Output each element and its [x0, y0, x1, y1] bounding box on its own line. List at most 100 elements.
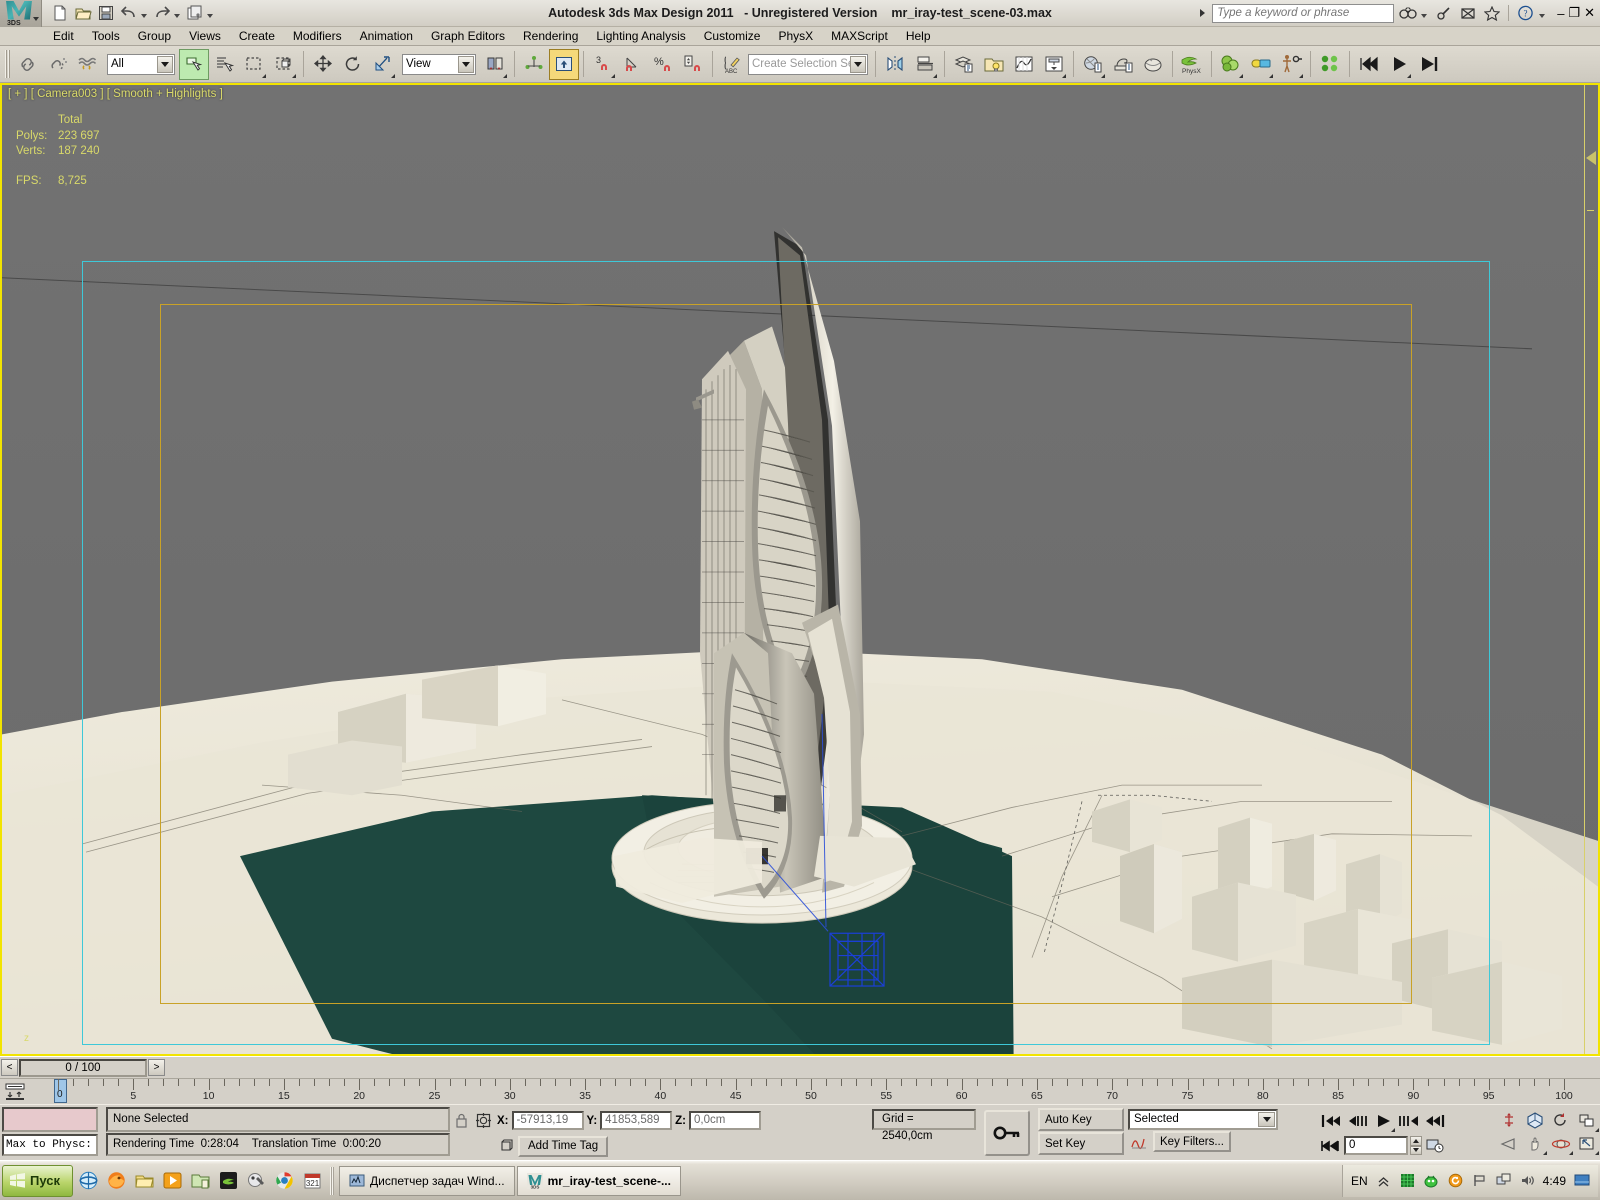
menu-item-tools[interactable]: Tools — [83, 28, 129, 45]
select-and-scale-icon[interactable] — [368, 49, 398, 80]
favorites-star-icon[interactable] — [1481, 3, 1502, 23]
maxscript-mini-listener-swatch[interactable] — [2, 1107, 98, 1132]
rendered-frame-window-icon[interactable] — [1138, 49, 1168, 80]
orbit-icon[interactable] — [1548, 1132, 1574, 1155]
show-desktop-icon[interactable] — [1573, 1172, 1590, 1189]
select-and-rotate-icon[interactable] — [338, 49, 368, 80]
next-frame-button[interactable]: > — [148, 1059, 165, 1076]
redo-dropdown-icon[interactable] — [174, 14, 180, 18]
communication-center-icon[interactable] — [1457, 3, 1478, 23]
search-input[interactable] — [1212, 3, 1395, 23]
reference-coordinate-combo[interactable]: View — [402, 53, 476, 75]
zoom-extents-icon[interactable] — [1548, 1109, 1574, 1132]
go-to-start-icon[interactable] — [1318, 1109, 1344, 1132]
zoom-icon[interactable] — [1496, 1109, 1522, 1132]
play-animation-icon[interactable] — [1370, 1109, 1396, 1132]
project-folder-icon[interactable] — [184, 3, 206, 24]
utility-icon[interactable] — [243, 1165, 269, 1197]
schematic-view-icon[interactable] — [1039, 49, 1069, 80]
menu-item-group[interactable]: Group — [129, 28, 180, 45]
physx-rigid-body-icon[interactable] — [1246, 49, 1276, 80]
maximize-viewport-toggle-icon[interactable] — [1574, 1132, 1600, 1155]
taskbar-item-task-manager[interactable]: Диспетчер задач Wind... — [339, 1165, 515, 1196]
select-and-move-icon[interactable] — [308, 49, 338, 80]
folder-icon[interactable] — [187, 1165, 213, 1197]
current-frame-field[interactable]: 0 — [1344, 1136, 1408, 1155]
select-and-manipulate-icon[interactable] — [519, 49, 549, 80]
key-mode-toggle-small-icon[interactable] — [1318, 1134, 1342, 1157]
menu-item-animation[interactable]: Animation — [351, 28, 422, 45]
track-bar[interactable]: 0 5 10 15 20 25 30 35 40 45 50 55 60 65 70 75 80 85 90 95 1… — [0, 1078, 1600, 1104]
open-file-icon[interactable] — [72, 3, 94, 24]
search-expand-icon[interactable] — [1200, 9, 1206, 17]
mirror-icon[interactable] — [880, 49, 910, 80]
menu-item-edit[interactable]: Edit — [44, 28, 83, 45]
menu-item-customize[interactable]: Customize — [695, 28, 770, 45]
named-selection-set-combo[interactable]: Create Selection Se — [748, 53, 868, 75]
snaps-toggle-icon[interactable]: 3 — [588, 49, 618, 80]
network-icon[interactable] — [1495, 1172, 1512, 1189]
time-tag-cube-icon[interactable] — [496, 1134, 518, 1158]
close-button[interactable]: ✕ — [1584, 5, 1595, 21]
select-object-icon[interactable] — [179, 48, 209, 80]
add-time-tag-button[interactable]: Add Time Tag — [518, 1135, 609, 1157]
clock[interactable]: 4:49 — [1543, 1174, 1566, 1188]
bind-to-space-warp-icon[interactable] — [73, 49, 103, 80]
key-filters-button[interactable]: Key Filters... — [1153, 1131, 1231, 1152]
previous-frame-icon[interactable] — [1344, 1109, 1370, 1132]
nvidia-icon[interactable] — [215, 1165, 241, 1197]
coord-z-field[interactable]: 0,0cm — [689, 1111, 762, 1130]
firefox-icon[interactable] — [103, 1165, 129, 1197]
material-editor-icon[interactable] — [1078, 49, 1108, 80]
coord-x-field[interactable]: -57913,19 — [511, 1111, 584, 1130]
flag-icon[interactable] — [1471, 1172, 1488, 1189]
timeline-ruler[interactable]: 0 5 10 15 20 25 30 35 40 45 50 55 60 65 70 75 80 85 90 95 1… — [30, 1079, 1600, 1105]
light-lister-icon[interactable] — [979, 49, 1009, 80]
restore-button[interactable]: ❐ — [1568, 5, 1580, 21]
network-grid-icon[interactable] — [1399, 1172, 1416, 1189]
spinner-up-icon[interactable] — [1410, 1136, 1422, 1146]
menu-item-graph-editors[interactable]: Graph Editors — [422, 28, 514, 45]
menu-item-lighting-analysis[interactable]: Lighting Analysis — [587, 28, 694, 45]
help-icon[interactable]: ? — [1515, 3, 1536, 23]
viewport-label[interactable]: [ + ] [ Camera003 ] [ Smooth + Highlight… — [8, 88, 223, 100]
percent-snap-toggle-icon[interactable]: % — [648, 49, 678, 80]
key-mode-toggle-icon[interactable] — [984, 1109, 1030, 1156]
search-dropdown-icon[interactable] — [1421, 14, 1428, 18]
window-crossing-icon[interactable] — [269, 49, 299, 80]
undo-dropdown-icon[interactable] — [141, 14, 147, 18]
subscription-center-icon[interactable] — [1433, 3, 1454, 23]
use-pivot-center-icon[interactable] — [480, 49, 510, 80]
calendar-icon[interactable]: 321 — [299, 1165, 325, 1197]
new-file-icon[interactable] — [49, 3, 71, 24]
zoom-region-icon[interactable] — [1574, 1109, 1600, 1132]
minimize-button[interactable]: – — [1557, 6, 1564, 21]
chrome-icon[interactable] — [271, 1165, 297, 1197]
angle-snap-toggle-icon[interactable] — [618, 49, 648, 80]
set-key-curve-icon[interactable] — [1128, 1132, 1150, 1152]
chevron-down-icon[interactable] — [157, 55, 173, 73]
qat-dropdown-icon[interactable] — [207, 14, 213, 18]
command-panel-collapsed-strip[interactable] — [1584, 85, 1598, 1054]
undo-icon[interactable] — [118, 3, 140, 24]
volume-icon[interactable] — [1519, 1172, 1536, 1189]
show-hidden-icon[interactable] — [1375, 1172, 1392, 1189]
layer-manager-icon[interactable] — [949, 49, 979, 80]
spinner-down-icon[interactable] — [1410, 1145, 1422, 1155]
physx-icon[interactable]: PhysX — [1177, 49, 1207, 80]
chevron-down-icon[interactable] — [458, 55, 474, 73]
save-file-icon[interactable] — [95, 3, 117, 24]
next-frame-icon[interactable] — [1396, 1109, 1422, 1132]
taskbar-item-max-scene[interactable]: 3DS mr_iray-test_scene-... — [516, 1165, 681, 1196]
go-to-end-icon[interactable] — [1414, 49, 1444, 80]
menu-item-modifiers[interactable]: Modifiers — [284, 28, 351, 45]
coord-y-field[interactable]: 41853,589 — [600, 1111, 673, 1130]
align-icon[interactable] — [910, 49, 940, 80]
select-link-icon[interactable] — [13, 49, 43, 80]
go-to-end-icon[interactable] — [1422, 1109, 1448, 1132]
max-to-physx-field[interactable]: Max to Physc: — [2, 1134, 98, 1156]
chevron-down-icon[interactable] — [1258, 1112, 1275, 1127]
media-player-icon[interactable] — [159, 1165, 185, 1197]
help-dropdown-icon[interactable] — [1539, 14, 1546, 18]
menu-item-views[interactable]: Views — [180, 28, 230, 45]
